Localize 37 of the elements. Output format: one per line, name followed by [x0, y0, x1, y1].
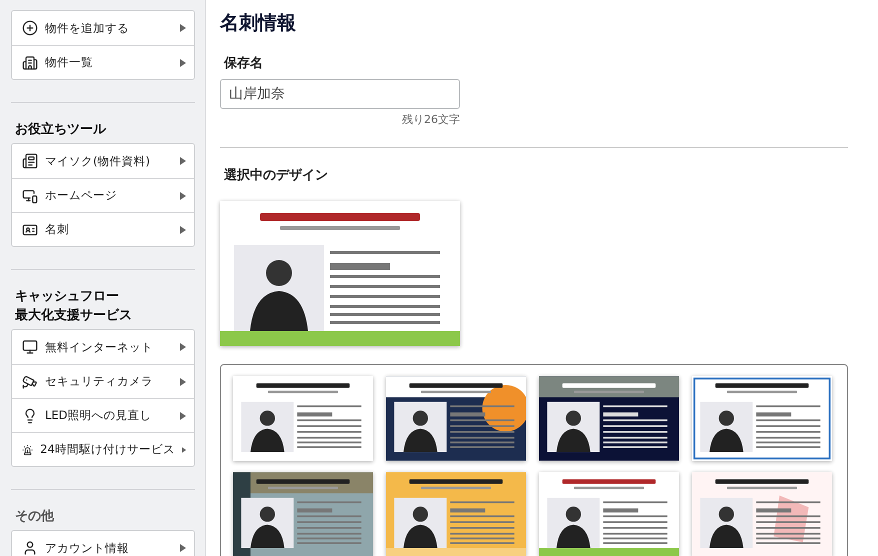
building-icon [22, 54, 38, 70]
add-icon [22, 20, 38, 36]
arrow-icon [180, 226, 186, 234]
menu-item[interactable]: 物件を追加する [12, 11, 194, 45]
arrow-icon [180, 412, 186, 420]
arrow-icon [180, 157, 186, 165]
input-field[interactable]: 山岸加奈 [220, 79, 460, 109]
id-card-icon [22, 222, 38, 238]
page-title: 名刺情報 [220, 11, 297, 36]
section-label: 選択中のデザイン [224, 167, 329, 184]
arrow-icon [180, 378, 186, 386]
arrow-icon [180, 192, 186, 200]
section-heading: その他 [15, 508, 56, 526]
document-icon [22, 153, 38, 169]
arrow-icon [180, 544, 186, 552]
arrow-icon [180, 58, 186, 66]
menu-item[interactable]: 物件一覧 [12, 45, 194, 79]
user-icon [22, 540, 38, 556]
computer-icon [22, 339, 38, 355]
menu-item[interactable]: マイソク(物件資料) [12, 144, 194, 178]
monitor-icon [22, 188, 38, 204]
arrow-icon [180, 24, 186, 32]
menu-item[interactable]: 24時間駆け付けサービス [12, 432, 194, 466]
arrow-icon [180, 343, 186, 351]
menu-item[interactable]: アカウント情報 [12, 531, 194, 556]
camera-icon [22, 374, 38, 390]
section-heading: 最大化支援サービス [15, 307, 133, 325]
section-heading: キャッシュフロー [15, 288, 120, 306]
menu-item[interactable]: セキュリティカメラ [12, 364, 194, 398]
menu-item[interactable]: ホームページ [12, 178, 194, 212]
section-heading: お役立ちツール [15, 120, 108, 139]
character-counter: 残り26文字 [401, 112, 460, 127]
menu-item[interactable]: 無料インターネット [12, 330, 194, 364]
menu-item[interactable]: LED照明への見直し [12, 398, 194, 432]
arrow-icon [182, 446, 186, 454]
field-label: 保存名 [224, 55, 264, 72]
menu-item[interactable]: 名刺 [12, 212, 194, 246]
